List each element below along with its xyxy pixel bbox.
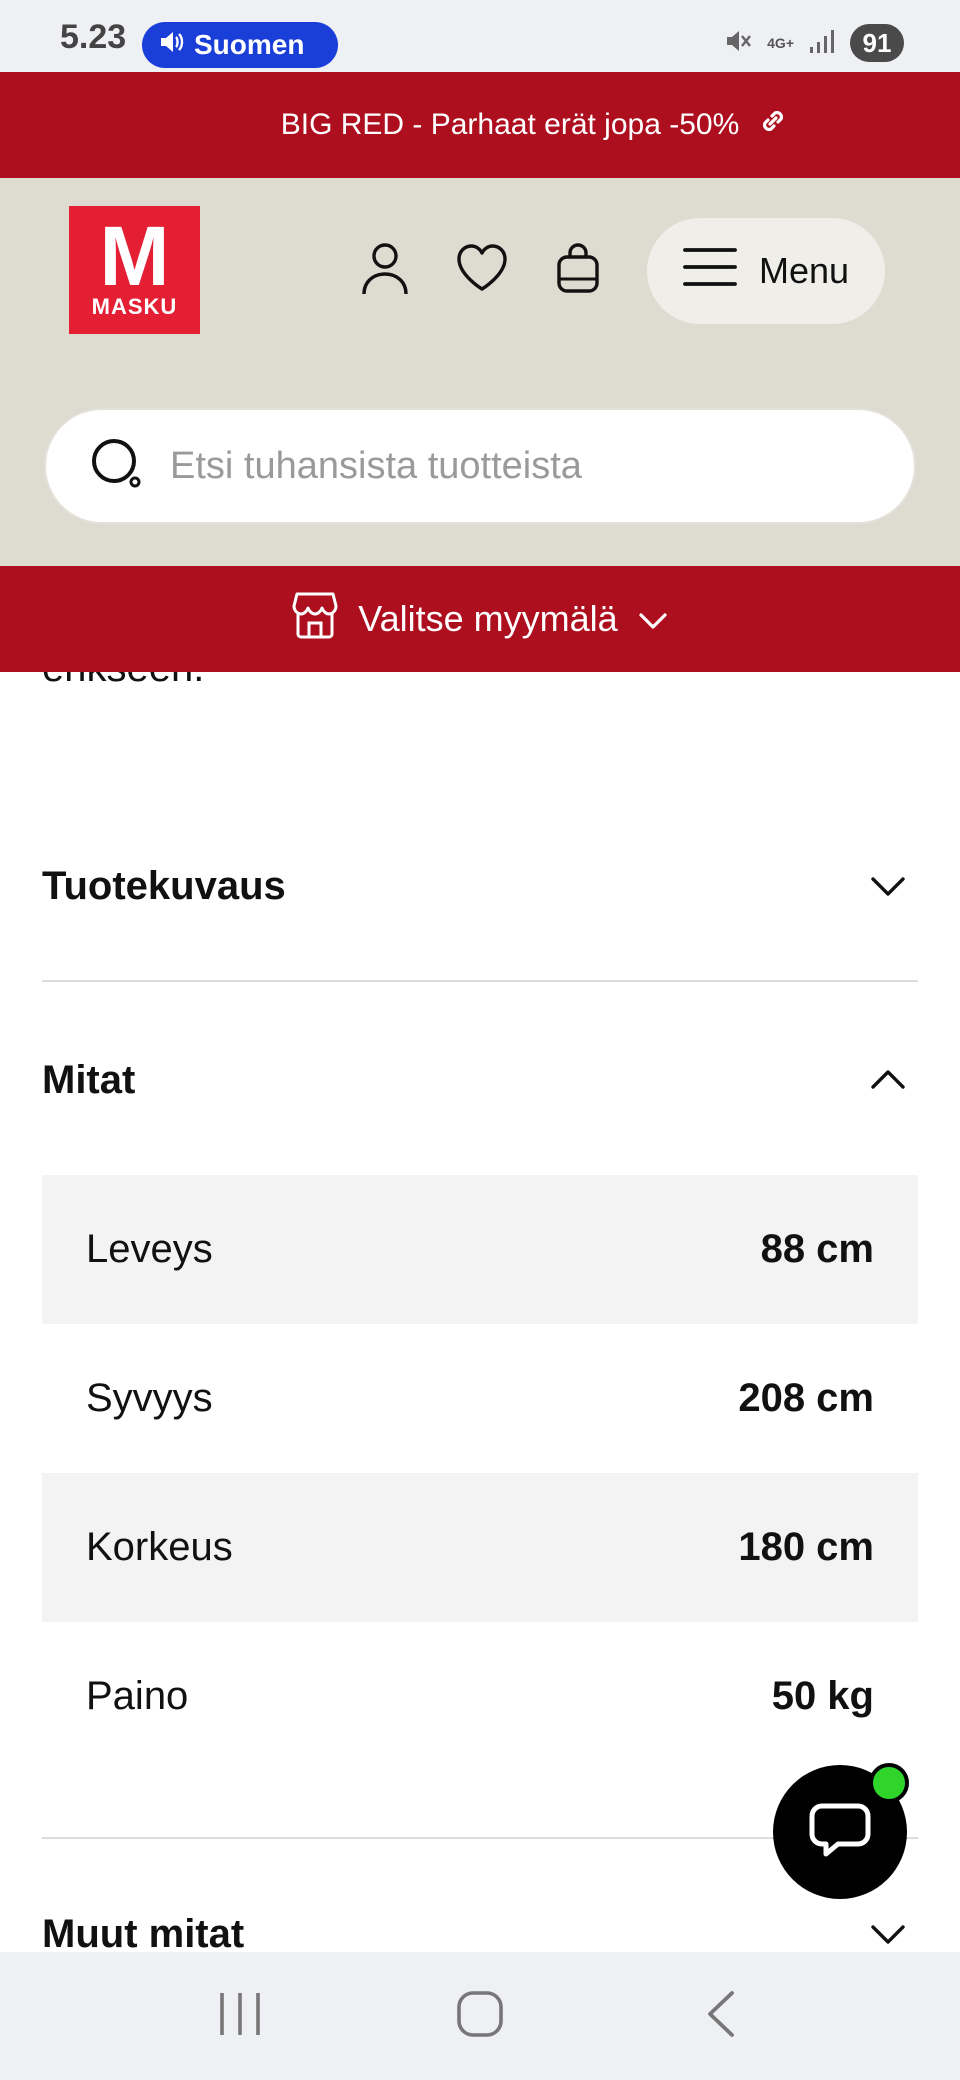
promo-text: BIG RED - Parhaat erät jopa -50% xyxy=(280,108,740,141)
dimension-value: 50 kg xyxy=(771,1674,874,1718)
back-button[interactable] xyxy=(675,1971,765,2061)
accordion-title: Mitat xyxy=(42,1057,136,1102)
accordion-muut-mitat[interactable]: Muut mitat xyxy=(42,1904,918,1952)
chevron-down-icon xyxy=(858,1904,918,1952)
chat-icon xyxy=(808,1800,872,1865)
home-button[interactable] xyxy=(435,1971,525,2061)
dimension-label: Leveys xyxy=(86,1227,213,1271)
logo-text: MASKU xyxy=(91,294,178,319)
recents-icon xyxy=(218,1991,262,2042)
chat-button[interactable] xyxy=(773,1763,909,1899)
description-text-fragment: erikseen. xyxy=(42,672,204,691)
accordion-tuotekuvaus[interactable]: Tuotekuvaus xyxy=(42,856,918,916)
page: 5.23 Suomen 4G+ 91 BIG RED - Parhaat erä… xyxy=(0,0,960,2080)
dimension-value: 208 cm xyxy=(738,1376,874,1420)
table-row: Paino 50 kg xyxy=(42,1622,918,1771)
media-chip[interactable]: Suomen xyxy=(142,22,338,68)
menu-button[interactable]: Menu xyxy=(647,218,885,324)
accordion-title: Muut mitat xyxy=(42,1911,245,1953)
signal-icon xyxy=(808,27,836,60)
search-bar[interactable] xyxy=(44,408,916,524)
dimension-value: 88 cm xyxy=(760,1227,874,1271)
table-row: Korkeus 180 cm xyxy=(42,1473,918,1622)
search-icon xyxy=(90,437,144,496)
recents-button[interactable] xyxy=(195,1971,285,2061)
account-button[interactable] xyxy=(357,242,413,298)
bag-icon xyxy=(554,241,602,300)
divider xyxy=(42,980,918,982)
status-bar: 5.23 Suomen 4G+ 91 xyxy=(0,0,960,72)
online-status-dot xyxy=(869,1763,909,1803)
heart-icon xyxy=(455,243,509,298)
logo-letter: M xyxy=(99,209,170,303)
network-type: 4G+ xyxy=(767,35,794,51)
link-icon xyxy=(757,105,789,145)
wishlist-button[interactable] xyxy=(454,242,510,298)
dimension-value: 180 cm xyxy=(738,1525,874,1569)
menu-label: Menu xyxy=(758,250,850,291)
home-icon xyxy=(456,1990,504,2043)
store-selector[interactable]: Valitse myymälä xyxy=(0,566,960,672)
product-details: erikseen. Tuotekuvaus Mitat Leveys 88 cm… xyxy=(0,672,960,1952)
table-row: Leveys 88 cm xyxy=(42,1175,918,1324)
status-icons: 4G+ 91 xyxy=(723,24,904,62)
table-row: Syvyys 208 cm xyxy=(42,1324,918,1473)
store-label: Valitse myymälä xyxy=(358,598,618,639)
speaker-icon xyxy=(158,29,184,62)
chevron-up-icon xyxy=(858,1050,918,1110)
status-time: 5.23 xyxy=(60,18,127,56)
accordion-title: Tuotekuvaus xyxy=(42,863,286,908)
masku-logo[interactable]: M MASKU xyxy=(69,206,200,334)
dimension-label: Korkeus xyxy=(86,1525,233,1569)
mute-icon xyxy=(723,26,753,61)
dimension-label: Syvyys xyxy=(86,1376,213,1420)
media-label: Suomen xyxy=(194,29,305,60)
store-icon xyxy=(292,590,338,649)
site-header: M MASKU Menu xyxy=(0,178,960,566)
chevron-down-icon xyxy=(858,856,918,916)
search-input[interactable] xyxy=(170,444,890,488)
battery-level: 91 xyxy=(850,24,904,62)
user-icon xyxy=(359,240,411,301)
accordion-mitat[interactable]: Mitat xyxy=(42,1050,918,1110)
back-icon xyxy=(704,1990,736,2043)
cart-button[interactable] xyxy=(550,242,606,298)
hamburger-icon xyxy=(683,246,737,297)
system-nav-bar xyxy=(0,1952,960,2080)
dimension-label: Paino xyxy=(86,1674,189,1718)
chevron-down-icon xyxy=(638,598,668,640)
promo-banner[interactable]: BIG RED - Parhaat erät jopa -50% xyxy=(0,72,960,178)
dimensions-table: Leveys 88 cm Syvyys 208 cm Korkeus 180 c… xyxy=(42,1175,918,1771)
